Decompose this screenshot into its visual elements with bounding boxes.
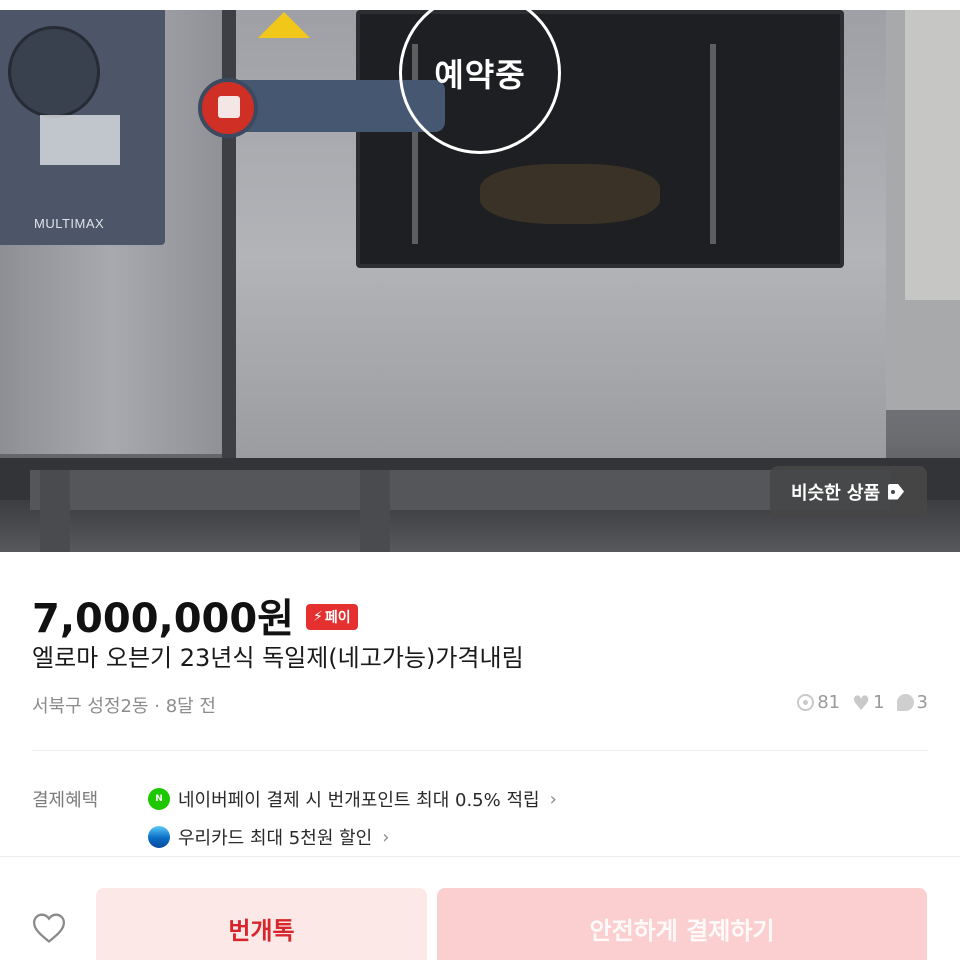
location-time: 서북구 성정2동 · 8달 전: [32, 696, 216, 717]
chat-count: 3: [896, 692, 928, 713]
benefit-naver-pay[interactable]: N 네이버페이 결제 시 번개포인트 최대 0.5% 적립 ›: [148, 786, 557, 812]
listing-title: 엘로마 오븐기 23년식 독일제(네고가능)가격내림: [32, 644, 524, 672]
safe-payment-button[interactable]: 안전하게 결제하기: [437, 888, 927, 960]
chevron-right-icon: ›: [549, 788, 557, 810]
similar-items-button[interactable]: 비슷한 상품: [770, 466, 927, 517]
safe-payment-label: 안전하게 결제하기: [589, 916, 775, 945]
chat-button-label: 번개톡: [228, 916, 295, 945]
payment-benefits-label: 결제혜택: [32, 790, 99, 811]
product-photo[interactable]: MULTIMAX 예약중 비슷한 상품: [0, 0, 960, 552]
pay-badge: ⚡ 페이: [306, 604, 358, 630]
benefit-text: 네이버페이 결제 시 번개포인트 최대 0.5% 적립: [178, 790, 540, 811]
heart-icon: [852, 691, 870, 715]
eye-icon: [797, 694, 815, 711]
listing-stats: 81 1 3: [797, 691, 928, 715]
similar-items-label: 비슷한 상품: [790, 482, 881, 504]
like-count: 1: [852, 691, 884, 715]
like-button[interactable]: [30, 909, 68, 947]
chevron-right-icon: ›: [382, 826, 390, 848]
tag-icon: [886, 484, 906, 500]
chat-button[interactable]: 번개톡: [96, 888, 427, 960]
divider: [32, 750, 928, 751]
benefit-woori-card[interactable]: 우리카드 최대 5천원 할인 ›: [148, 824, 389, 850]
woori-card-icon: [148, 826, 170, 848]
benefit-text: 우리카드 최대 5천원 할인: [178, 828, 373, 849]
reservation-status-label: 예약중: [434, 56, 526, 94]
price: 7,000,000원: [32, 596, 295, 642]
handle-logo-icon: [198, 78, 258, 138]
lightning-icon: ⚡: [313, 609, 323, 625]
control-panel: MULTIMAX: [0, 10, 165, 245]
pay-badge-label: 페이: [324, 610, 351, 626]
brand-text: MULTIMAX: [34, 216, 105, 231]
chat-bubble-icon: [896, 694, 914, 711]
price-row: 7,000,000원 ⚡ 페이: [32, 586, 358, 644]
view-count: 81: [797, 692, 840, 713]
naver-pay-icon: N: [148, 788, 170, 810]
heart-outline-icon: [32, 913, 66, 943]
